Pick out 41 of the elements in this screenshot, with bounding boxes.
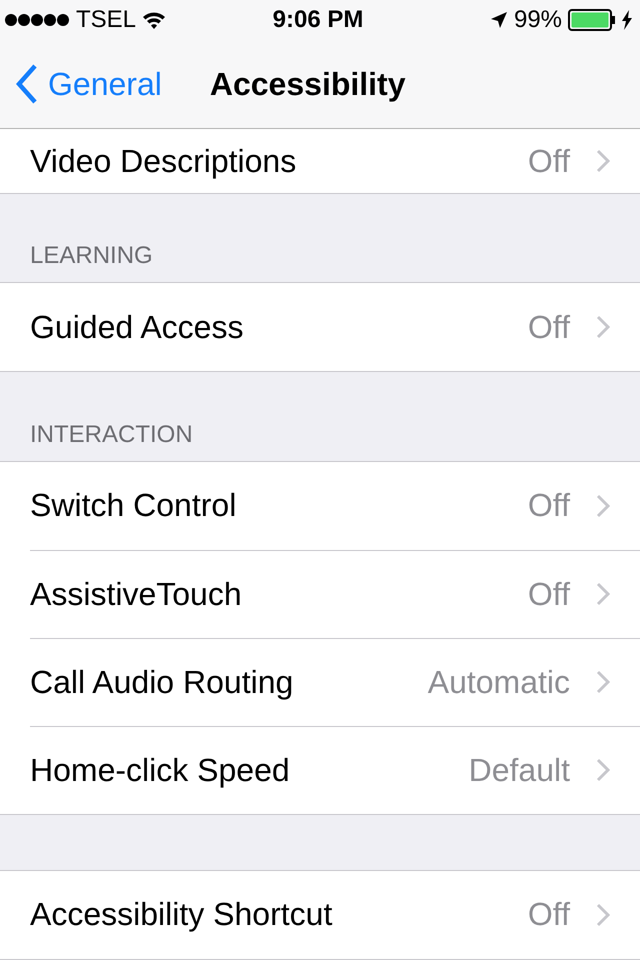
row-label: Accessibility Shortcut [30, 896, 334, 934]
row-value: Off [528, 896, 570, 934]
row-value: Off [528, 142, 570, 180]
chevron-icon [596, 582, 610, 606]
row-label: Call Audio Routing [30, 664, 294, 701]
section-header: LEARNING [29, 242, 154, 272]
settings-row[interactable]: Switch Control Off [0, 462, 640, 550]
settings-row[interactable]: AssistiveTouch Off [30, 550, 640, 638]
page-title: Accessibility [210, 66, 406, 102]
battery-percent: 99% [514, 6, 562, 34]
settings-row[interactable]: Guided Access Off [0, 283, 640, 372]
row-value: Automatic [428, 664, 570, 701]
settings-row[interactable]: Accessibility Shortcut Off [0, 870, 640, 959]
chevron-icon [596, 670, 610, 694]
carrier-name: TSEL [76, 6, 136, 34]
chevron-icon [596, 315, 610, 340]
row-label: Guided Access [30, 308, 244, 346]
section-header: INTERACTION [29, 420, 194, 450]
chevron-icon [596, 149, 610, 173]
settings-row[interactable]: Video Descriptions Off [0, 129, 640, 193]
clock: 9:06 PM [272, 6, 364, 34]
back-button[interactable]: General [16, 64, 162, 104]
row-label: Switch Control [30, 487, 238, 524]
location-arrow-icon [490, 11, 508, 29]
back-chevron-icon [16, 64, 38, 104]
row-value: Off [528, 487, 570, 524]
charging-bolt-icon [622, 10, 632, 30]
chevron-icon [596, 758, 610, 782]
chevron-icon [596, 494, 610, 518]
battery-icon [568, 9, 616, 31]
signal-icon [4, 13, 70, 27]
settings-row[interactable]: Home-click Speed Default [30, 726, 640, 814]
chevron-icon [596, 902, 610, 927]
row-label: Video Descriptions [30, 142, 298, 180]
settings-row[interactable]: Call Audio Routing Automatic [30, 638, 640, 726]
row-label: Home-click Speed [30, 752, 291, 789]
row-value: Off [528, 576, 570, 613]
row-label: AssistiveTouch [30, 576, 243, 613]
row-value: Default [468, 752, 570, 789]
wifi-icon [142, 11, 166, 29]
row-value: Off [528, 308, 570, 346]
